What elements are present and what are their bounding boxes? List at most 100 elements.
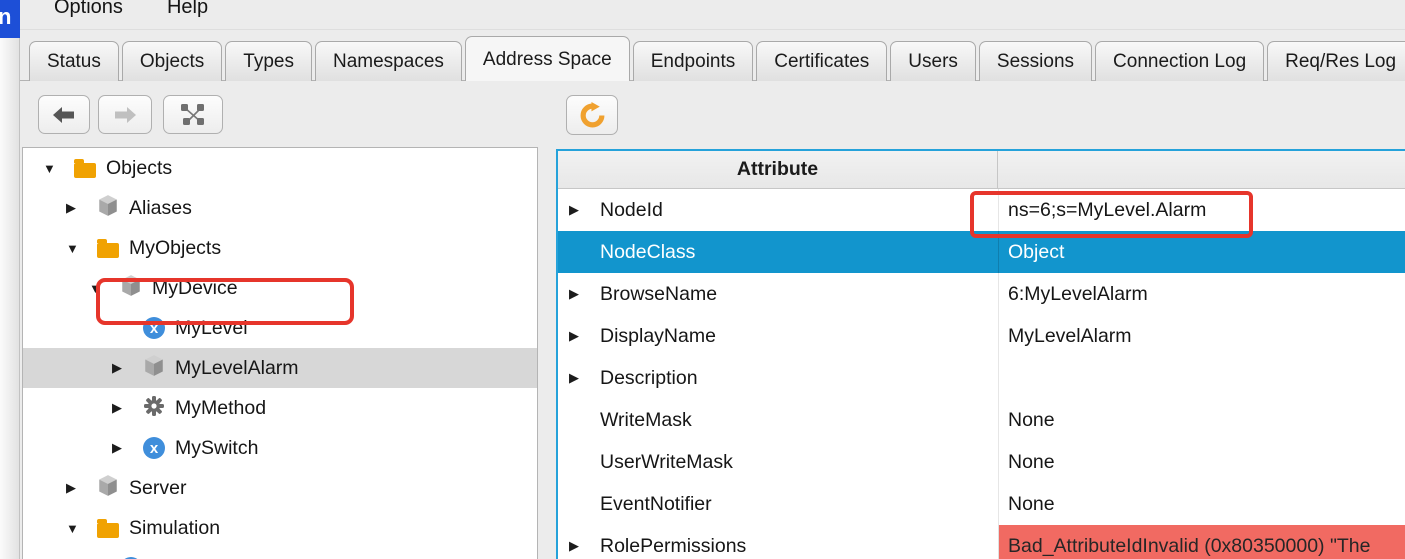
browse-forward-button[interactable] [98, 95, 152, 134]
tree-icon-slot [96, 516, 120, 540]
expander-closed-icon[interactable]: ▶ [569, 202, 600, 218]
tab-label: Address Space [483, 49, 612, 71]
tree-item-myswitch[interactable]: ▶xMySwitch [23, 428, 537, 468]
tree-item-objects[interactable]: ▼Objects [23, 148, 537, 188]
taskbar-letter-fragment: n [0, 4, 11, 30]
attributes-table: Attribute ▶NodeIdns=6;s=MyLevel.AlarmNod… [556, 149, 1405, 559]
value-cell: 6:MyLevelAlarm [998, 273, 1405, 315]
tree-icon-slot [96, 196, 120, 220]
attribute-cell: UserWriteMask [558, 441, 998, 483]
attribute-column-header[interactable]: Attribute [558, 151, 998, 188]
attr-row-nodeid[interactable]: ▶NodeIdns=6;s=MyLevel.Alarm [558, 189, 1405, 231]
tree-item-mymethod[interactable]: ▶ MyMethod [23, 388, 537, 428]
tab-namespaces[interactable]: Namespaces [315, 41, 462, 81]
tab-sessions[interactable]: Sessions [979, 41, 1092, 81]
tab-objects[interactable]: Objects [122, 41, 222, 81]
folder-icon [97, 243, 119, 258]
browse-back-button[interactable] [38, 95, 90, 134]
attr-row-displayname[interactable]: ▶DisplayNameMyLevelAlarm [558, 315, 1405, 357]
tree-icon-slot [142, 396, 166, 420]
highlight-node-button[interactable] [163, 95, 223, 134]
tab-status[interactable]: Status [29, 41, 119, 81]
refresh-attributes-button[interactable] [566, 95, 618, 135]
tab-label: Types [243, 51, 294, 73]
tree-item-label: MyMethod [175, 397, 266, 420]
tab-types[interactable]: Types [225, 41, 312, 81]
attribute-name: UserWriteMask [600, 451, 733, 474]
tree-icon-slot: x [142, 316, 166, 340]
tab-label: Namespaces [333, 51, 444, 73]
attributes-table-header: Attribute [558, 151, 1405, 189]
expander-open-icon[interactable]: ▼ [43, 161, 73, 176]
expander-closed-icon[interactable]: ▶ [112, 360, 142, 376]
attribute-name: BrowseName [600, 283, 717, 306]
background-window-strip: n [0, 0, 20, 559]
tree-item-mydevice[interactable]: ▼ MyDevice [23, 268, 537, 308]
attribute-name: RolePermissions [600, 535, 746, 558]
attribute-name: NodeClass [600, 241, 695, 264]
expander-closed-icon[interactable]: ▶ [112, 400, 142, 416]
expander-closed-icon[interactable]: ▶ [112, 440, 142, 456]
tree-item-myobjects[interactable]: ▼MyObjects [23, 228, 537, 268]
attr-row-description[interactable]: ▶Description [558, 357, 1405, 399]
tab-endpoints[interactable]: Endpoints [633, 41, 754, 81]
attribute-name: EventNotifier [600, 493, 712, 516]
tab-label: Req/Res Log [1285, 51, 1396, 73]
tree-item-label: Aliases [129, 197, 192, 220]
expander-closed-icon[interactable]: ▶ [569, 370, 600, 386]
highlight-graph-icon [180, 103, 206, 127]
tab-label: Connection Log [1113, 51, 1246, 73]
tree-item-simulation[interactable]: ▼Simulation [23, 508, 537, 548]
cube-icon [120, 274, 142, 302]
value-cell: Bad_AttributeIdInvalid (0x80350000) "The [998, 525, 1405, 559]
tree-item-partial[interactable]: x [23, 548, 537, 559]
attr-row-rolepermissions[interactable]: ▶RolePermissions Bad_AttributeIdInvalid (… [558, 525, 1405, 559]
attribute-name: Description [600, 367, 698, 390]
tree-item-label: MyDevice [152, 277, 238, 300]
expander-open-icon[interactable]: ▼ [89, 281, 119, 296]
tree-icon-slot [96, 476, 120, 500]
expander-closed-icon[interactable]: ▶ [569, 286, 600, 302]
value-cell: MyLevelAlarm [998, 315, 1405, 357]
tab-connection-log[interactable]: Connection Log [1095, 41, 1264, 81]
tree-item-aliases[interactable]: ▶ Aliases [23, 188, 537, 228]
attr-row-browsename[interactable]: ▶BrowseName 6:MyLevelAlarm [558, 273, 1405, 315]
expander-open-icon[interactable]: ▼ [66, 521, 96, 536]
value-cell: None [998, 483, 1405, 525]
attr-row-userwritemask[interactable]: UserWriteMask None [558, 441, 1405, 483]
menu-item-help[interactable]: Help [167, 0, 208, 29]
value-column-header[interactable] [998, 151, 1405, 188]
value-cell: None [998, 399, 1405, 441]
tab-users[interactable]: Users [890, 41, 976, 81]
tab-label: Sessions [997, 51, 1074, 73]
attribute-cell: EventNotifier [558, 483, 998, 525]
tab-address-space[interactable]: Address Space [465, 36, 630, 81]
tab-label: Certificates [774, 51, 869, 73]
attr-row-eventnotifier[interactable]: EventNotifier None [558, 483, 1405, 525]
cube-icon [97, 194, 119, 222]
expander-closed-icon[interactable]: ▶ [569, 538, 600, 554]
tab-label: Status [47, 51, 101, 73]
attribute-cell: ▶Description [558, 357, 998, 399]
tree-item-mylevelalarm[interactable]: ▶MyLevelAlarm [23, 348, 537, 388]
attr-row-writemask[interactable]: WriteMask None [558, 399, 1405, 441]
tree-item-mylevel[interactable]: x MyLevel [23, 308, 537, 348]
expander-closed-icon[interactable]: ▶ [66, 480, 96, 496]
attr-row-nodeclass[interactable]: NodeClassObject [558, 231, 1405, 273]
tab-label: Objects [140, 51, 204, 73]
attribute-cell: ▶DisplayName [558, 315, 998, 357]
tab-req-res-log[interactable]: Req/Res Log [1267, 41, 1405, 81]
tab-certificates[interactable]: Certificates [756, 41, 887, 81]
expander-closed-icon[interactable]: ▶ [569, 328, 600, 344]
expander-open-icon[interactable]: ▼ [66, 241, 96, 256]
attribute-name: WriteMask [600, 409, 692, 432]
value-cell: None [998, 441, 1405, 483]
tree-item-label: MyLevel [175, 317, 248, 340]
back-arrow-icon [52, 105, 76, 125]
tree-icon-slot [73, 156, 97, 180]
menu-item-options[interactable]: Options [54, 0, 123, 29]
expander-closed-icon[interactable]: ▶ [66, 200, 96, 216]
tree-item-server[interactable]: ▶Server [23, 468, 537, 508]
address-space-tree: ▼Objects▶Aliases▼MyObjects▼MyDevicexMyLe… [22, 147, 538, 559]
value-cell [998, 357, 1405, 399]
